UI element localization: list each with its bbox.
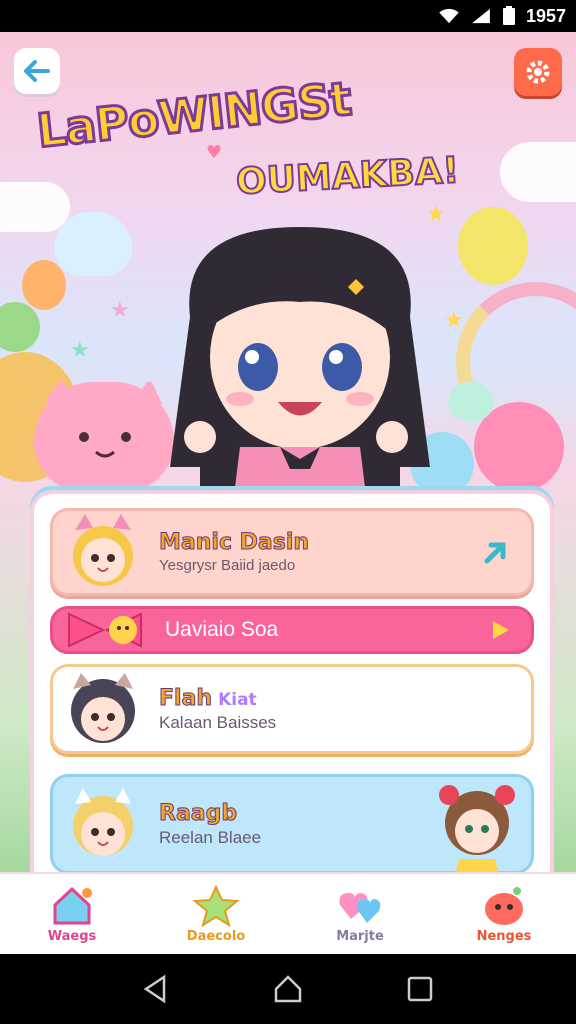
star-icon: ★ <box>444 308 464 333</box>
tree-decoration <box>0 302 40 352</box>
bottom-navigation: Waegs Daecolo Marjte Nenges <box>0 872 576 954</box>
avatar <box>73 788 133 856</box>
house-icon <box>53 886 92 924</box>
story-list-panel: Manic Dasin Yesgrysr Baiid jaedo Uaviaio… <box>30 490 554 910</box>
nav-item-marjte[interactable]: Marjte <box>305 885 415 944</box>
avatar <box>73 514 133 586</box>
list-item-raagb[interactable]: Raagb Reelan Blaee <box>50 774 534 875</box>
nav-item-nenges[interactable]: Nenges <box>449 885 559 944</box>
system-navigation-bar <box>0 954 576 1024</box>
cloud-decoration <box>0 182 70 232</box>
balloon-decoration <box>458 207 528 285</box>
item-subtitle: Reelan Blaee <box>159 827 262 847</box>
nav-item-daecolo[interactable]: Daecolo <box>161 884 271 944</box>
app-title: LaPoWINGSt <box>33 70 355 160</box>
heart-icon: ♥ <box>206 142 223 163</box>
phone-screen: 1957 ★ ★ ★ ★ ♥ LaPoWINGSt OUMAKBA! Manic… <box>0 0 576 1024</box>
item-tag: Kiat <box>218 689 257 710</box>
nav-label: Waegs <box>47 928 97 944</box>
nav-label: Nenges <box>476 928 532 944</box>
back-button[interactable] <box>14 48 60 94</box>
battery-icon <box>502 6 515 25</box>
play-icon[interactable] <box>489 619 511 641</box>
ghost-decoration <box>54 212 132 276</box>
clock: 1957 <box>525 5 566 26</box>
bow-icon <box>68 612 142 648</box>
item-subtitle: Yesgrysr Baiid jaedo <box>159 557 296 574</box>
status-bar: 1957 <box>0 0 576 32</box>
hearts-icon <box>339 892 381 923</box>
companion-avatar <box>439 785 515 875</box>
back-arrow-icon <box>24 60 50 82</box>
star-icon <box>193 884 239 927</box>
gear-icon <box>526 60 550 84</box>
settings-button[interactable] <box>514 48 562 96</box>
list-item-flah[interactable]: Flah Kiat Kalaan Baisses <box>50 664 534 754</box>
star-icon: ★ <box>70 338 90 363</box>
main-character-illustration <box>170 227 430 527</box>
app-subtitle: OUMAKBA! <box>234 149 461 204</box>
ghost-decoration <box>448 382 494 422</box>
item-subtitle: Kalaan Baisses <box>159 712 277 732</box>
star-icon: ★ <box>110 298 130 323</box>
pink-cat-decoration <box>34 378 174 492</box>
item-label: Uaviaio Soa <box>165 618 279 641</box>
app-area: ★ ★ ★ ★ ♥ LaPoWINGSt OUMAKBA! Manic Dasi… <box>0 32 576 954</box>
nav-item-waegs[interactable]: Waegs <box>17 885 127 944</box>
nav-label: Marjte <box>336 928 384 944</box>
arrow-icon[interactable] <box>479 537 511 569</box>
item-title-text: Flah <box>158 685 213 711</box>
list-item-manic-dasin[interactable]: Manic Dasin Yesgrysr Baiid jaedo <box>50 508 534 596</box>
item-title: Flah Kiat <box>158 685 276 711</box>
item-title: Manic Dasin <box>158 530 310 556</box>
nav-label: Daecolo <box>186 928 246 944</box>
cloud-decoration <box>500 142 576 202</box>
back-triangle-icon[interactable] <box>140 973 172 1005</box>
slime-icon <box>485 886 523 925</box>
signal-icon <box>472 8 490 24</box>
item-title: Raagb <box>158 800 238 826</box>
wifi-icon <box>439 8 459 24</box>
recents-icon[interactable] <box>404 973 436 1005</box>
list-item-uaviaio-soa[interactable]: Uaviaio Soa <box>50 606 534 654</box>
balloon-decoration <box>22 260 66 310</box>
home-icon[interactable] <box>272 973 304 1005</box>
avatar <box>71 673 135 743</box>
